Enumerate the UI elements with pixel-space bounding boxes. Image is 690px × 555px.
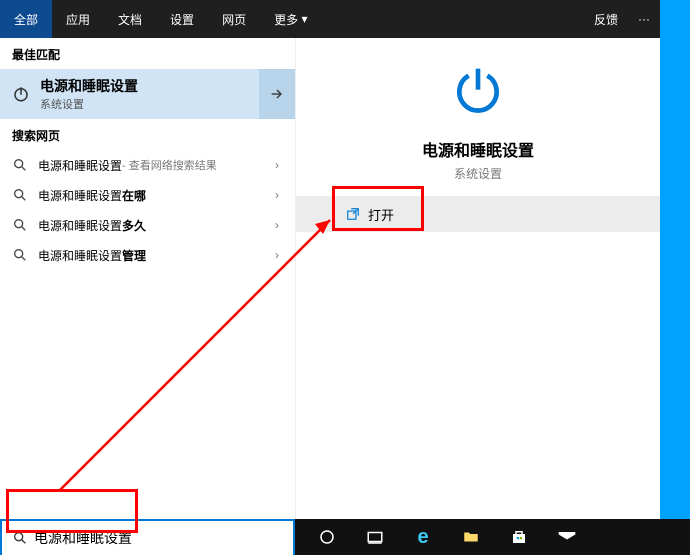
- arrow-right-icon: [269, 86, 285, 102]
- tab-web[interactable]: 网页: [208, 0, 260, 38]
- tab-more[interactable]: 更多 ▾: [260, 0, 321, 38]
- detail-header: 电源和睡眠设置 系统设置: [296, 38, 660, 182]
- chevron-right-icon: ›: [275, 248, 279, 262]
- web-result-text: 电源和睡眠设置: [38, 217, 122, 234]
- tab-apps[interactable]: 应用: [52, 0, 104, 38]
- web-result-item[interactable]: 电源和睡眠设置 - 查看网络搜索结果 ›: [0, 150, 295, 180]
- best-match-subtitle: 系统设置: [40, 96, 138, 112]
- cortana-icon: [318, 528, 336, 546]
- taskbar-taskview[interactable]: [355, 519, 395, 555]
- section-search-web-label: 搜索网页: [0, 119, 295, 150]
- web-result-suffix: - 查看网络搜索结果: [122, 157, 217, 173]
- edge-icon: e: [417, 526, 428, 549]
- results-left-pane: 最佳匹配 电源和睡眠设置 系统设置 搜索网页 电源和睡眠设置 - 查看网络搜索结…: [0, 38, 295, 519]
- annotation-box: [6, 489, 138, 533]
- taskbar-cortana[interactable]: [307, 519, 347, 555]
- web-result-text: 电源和睡眠设置: [38, 157, 122, 174]
- more-options-button[interactable]: ···: [628, 0, 660, 38]
- web-result-bold: 多久: [122, 217, 146, 234]
- section-best-match-label: 最佳匹配: [0, 38, 295, 69]
- detail-pane: 电源和睡眠设置 系统设置 打开: [295, 38, 660, 555]
- web-result-text: 电源和睡眠设置: [38, 187, 122, 204]
- power-icon: [12, 85, 30, 103]
- tab-all[interactable]: 全部: [0, 0, 52, 38]
- tab-docs[interactable]: 文档: [104, 0, 156, 38]
- best-match-expand[interactable]: [259, 69, 295, 119]
- detail-title: 电源和睡眠设置: [296, 137, 660, 161]
- search-icon: [12, 157, 28, 173]
- annotation-box: [332, 186, 424, 231]
- web-result-bold: 管理: [122, 247, 146, 264]
- chevron-down-icon: ▾: [301, 12, 307, 26]
- taskbar-explorer[interactable]: [451, 519, 491, 555]
- web-result-item[interactable]: 电源和睡眠设置多久 ›: [0, 210, 295, 240]
- desktop-background: [660, 0, 690, 519]
- taskbar-mail[interactable]: [547, 519, 587, 555]
- detail-subtitle: 系统设置: [296, 165, 660, 182]
- search-icon: [12, 217, 28, 233]
- taskbar: e: [295, 519, 690, 555]
- web-result-item[interactable]: 电源和睡眠设置管理 ›: [0, 240, 295, 270]
- mail-icon: [557, 527, 577, 547]
- store-icon: [510, 528, 528, 546]
- taskview-icon: [366, 528, 384, 546]
- search-icon: [12, 187, 28, 203]
- feedback-link[interactable]: 反馈: [584, 0, 628, 38]
- chevron-right-icon: ›: [275, 188, 279, 202]
- web-result-item[interactable]: 电源和睡眠设置 在哪 ›: [0, 180, 295, 210]
- taskbar-store[interactable]: [499, 519, 539, 555]
- taskbar-edge[interactable]: e: [403, 519, 443, 555]
- best-match-item[interactable]: 电源和睡眠设置 系统设置: [0, 69, 295, 119]
- search-icon: [12, 247, 28, 263]
- power-icon: [450, 64, 506, 120]
- chevron-right-icon: ›: [275, 218, 279, 232]
- chevron-right-icon: ›: [275, 158, 279, 172]
- web-result-bold: 在哪: [122, 187, 146, 204]
- best-match-title: 电源和睡眠设置: [40, 76, 138, 96]
- tab-settings[interactable]: 设置: [156, 0, 208, 38]
- web-result-text: 电源和睡眠设置: [38, 247, 122, 264]
- search-filter-tabs: 全部 应用 文档 设置 网页 更多 ▾ 反馈 ···: [0, 0, 660, 38]
- folder-icon: [462, 528, 480, 546]
